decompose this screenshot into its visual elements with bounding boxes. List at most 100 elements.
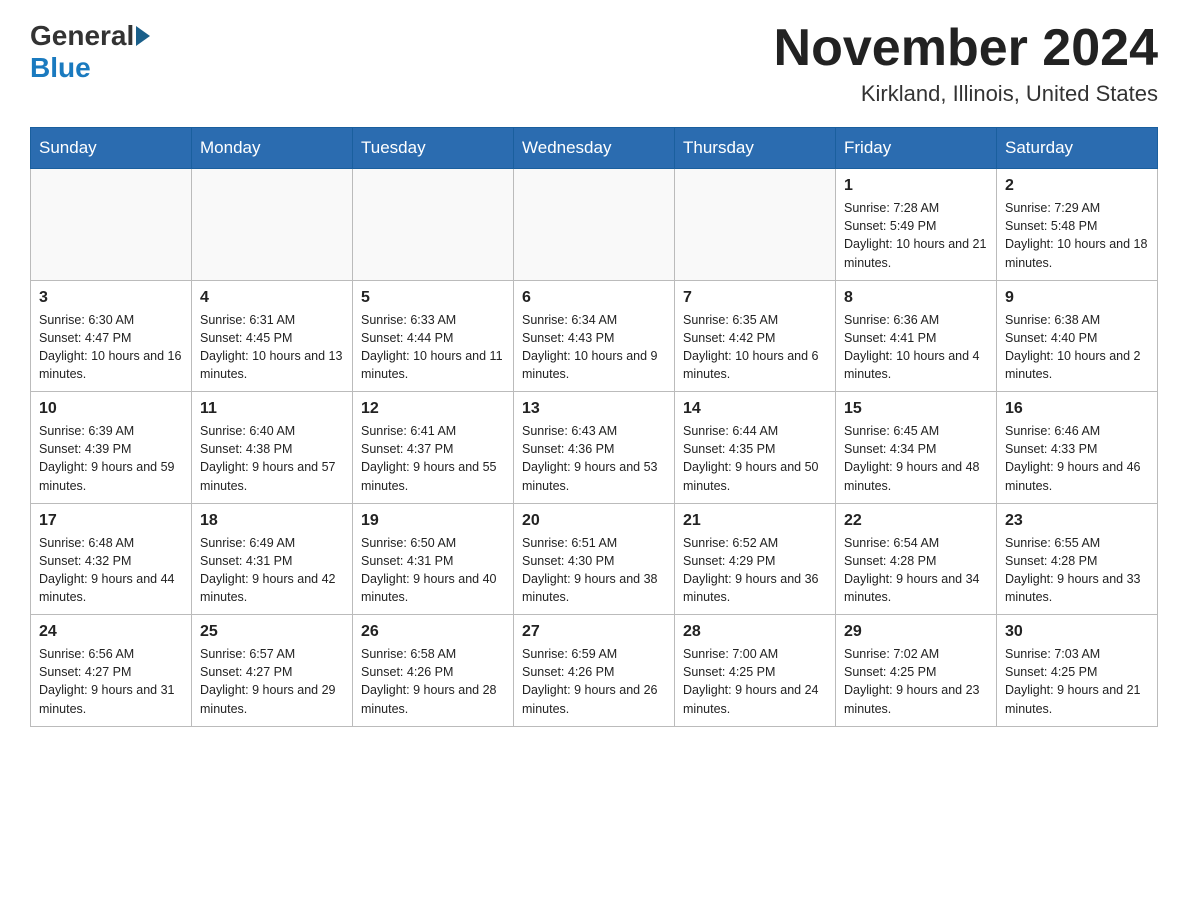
day-sun-info: Sunrise: 6:54 AM Sunset: 4:28 PM Dayligh… <box>844 534 988 607</box>
calendar-cell: 4 Sunrise: 6:31 AM Sunset: 4:45 PM Daylig… <box>192 280 353 392</box>
logo-arrow-icon <box>136 26 150 46</box>
day-number: 3 <box>39 289 183 307</box>
logo-general-text: General <box>30 20 134 52</box>
day-sun-info: Sunrise: 6:55 AM Sunset: 4:28 PM Dayligh… <box>1005 534 1149 607</box>
day-sun-info: Sunrise: 6:57 AM Sunset: 4:27 PM Dayligh… <box>200 645 344 718</box>
day-number: 15 <box>844 400 988 418</box>
day-number: 5 <box>361 289 505 307</box>
col-header-tuesday: Tuesday <box>353 128 514 169</box>
day-sun-info: Sunrise: 6:52 AM Sunset: 4:29 PM Dayligh… <box>683 534 827 607</box>
week-row-5: 24Sunrise: 6:56 AM Sunset: 4:27 PM Dayli… <box>31 615 1158 727</box>
location-subtitle: Kirkland, Illinois, United States <box>774 81 1158 107</box>
day-number: 9 <box>1005 289 1149 307</box>
week-row-3: 10 Sunrise: 6:39 AM Sunset: 4:39 PM Dayli… <box>31 392 1158 504</box>
day-number: 26 <box>361 623 505 641</box>
day-sun-info: Sunrise: 6:49 AM Sunset: 4:31 PM Dayligh… <box>200 534 344 607</box>
day-sun-info: Sunrise: 7:29 AM Sunset: 5:48 PM Dayligh… <box>1005 199 1149 272</box>
calendar-cell <box>675 169 836 281</box>
calendar-cell: 12Sunrise: 6:41 AM Sunset: 4:37 PM Dayli… <box>353 392 514 504</box>
day-sun-info: Sunrise: 7:28 AM Sunset: 5:49 PM Dayligh… <box>844 199 988 272</box>
calendar-cell: 19 Sunrise: 6:50 AM Sunset: 4:31 PM Dayli… <box>353 503 514 615</box>
logo: General Blue <box>30 20 152 84</box>
day-sun-info: Sunrise: 6:31 AM Sunset: 4:45 PM Dayligh… <box>200 311 344 384</box>
page-header: General Blue November 2024 Kirkland, Ill… <box>30 20 1158 107</box>
calendar-cell: 26 Sunrise: 6:58 AM Sunset: 4:26 PM Dayli… <box>353 615 514 727</box>
week-row-2: 3 Sunrise: 6:30 AM Sunset: 4:47 PM Daylig… <box>31 280 1158 392</box>
calendar-cell <box>192 169 353 281</box>
day-sun-info: Sunrise: 7:02 AM Sunset: 4:25 PM Dayligh… <box>844 645 988 718</box>
calendar-cell: 5 Sunrise: 6:33 AM Sunset: 4:44 PM Daylig… <box>353 280 514 392</box>
day-sun-info: Sunrise: 6:40 AM Sunset: 4:38 PM Dayligh… <box>200 422 344 495</box>
day-number: 23 <box>1005 512 1149 530</box>
col-header-wednesday: Wednesday <box>514 128 675 169</box>
day-number: 4 <box>200 289 344 307</box>
calendar-cell: 24Sunrise: 6:56 AM Sunset: 4:27 PM Dayli… <box>31 615 192 727</box>
day-sun-info: Sunrise: 6:41 AM Sunset: 4:37 PM Dayligh… <box>361 422 505 495</box>
calendar-cell: 27 Sunrise: 6:59 AM Sunset: 4:26 PM Dayli… <box>514 615 675 727</box>
col-header-thursday: Thursday <box>675 128 836 169</box>
calendar-cell: 3 Sunrise: 6:30 AM Sunset: 4:47 PM Daylig… <box>31 280 192 392</box>
calendar-cell: 29 Sunrise: 7:02 AM Sunset: 4:25 PM Dayli… <box>836 615 997 727</box>
week-row-4: 17Sunrise: 6:48 AM Sunset: 4:32 PM Dayli… <box>31 503 1158 615</box>
calendar-cell: 23 Sunrise: 6:55 AM Sunset: 4:28 PM Dayli… <box>997 503 1158 615</box>
calendar-cell: 7Sunrise: 6:35 AM Sunset: 4:42 PM Daylig… <box>675 280 836 392</box>
calendar-cell: 6 Sunrise: 6:34 AM Sunset: 4:43 PM Daylig… <box>514 280 675 392</box>
day-sun-info: Sunrise: 6:59 AM Sunset: 4:26 PM Dayligh… <box>522 645 666 718</box>
day-sun-info: Sunrise: 6:46 AM Sunset: 4:33 PM Dayligh… <box>1005 422 1149 495</box>
calendar-cell: 2 Sunrise: 7:29 AM Sunset: 5:48 PM Daylig… <box>997 169 1158 281</box>
calendar-cell: 30 Sunrise: 7:03 AM Sunset: 4:25 PM Dayli… <box>997 615 1158 727</box>
calendar-header-row: SundayMondayTuesdayWednesdayThursdayFrid… <box>31 128 1158 169</box>
day-number: 24 <box>39 623 183 641</box>
month-year-title: November 2024 <box>774 20 1158 77</box>
day-number: 18 <box>200 512 344 530</box>
day-number: 11 <box>200 400 344 418</box>
col-header-monday: Monday <box>192 128 353 169</box>
calendar-cell: 22 Sunrise: 6:54 AM Sunset: 4:28 PM Dayli… <box>836 503 997 615</box>
calendar-cell: 17Sunrise: 6:48 AM Sunset: 4:32 PM Dayli… <box>31 503 192 615</box>
calendar-cell: 18 Sunrise: 6:49 AM Sunset: 4:31 PM Dayli… <box>192 503 353 615</box>
day-number: 7 <box>683 289 827 307</box>
calendar-cell: 11 Sunrise: 6:40 AM Sunset: 4:38 PM Dayli… <box>192 392 353 504</box>
day-number: 6 <box>522 289 666 307</box>
day-sun-info: Sunrise: 6:36 AM Sunset: 4:41 PM Dayligh… <box>844 311 988 384</box>
day-number: 19 <box>361 512 505 530</box>
day-number: 16 <box>1005 400 1149 418</box>
calendar-cell: 25 Sunrise: 6:57 AM Sunset: 4:27 PM Dayli… <box>192 615 353 727</box>
day-number: 29 <box>844 623 988 641</box>
day-sun-info: Sunrise: 7:00 AM Sunset: 4:25 PM Dayligh… <box>683 645 827 718</box>
day-sun-info: Sunrise: 7:03 AM Sunset: 4:25 PM Dayligh… <box>1005 645 1149 718</box>
day-number: 14 <box>683 400 827 418</box>
col-header-friday: Friday <box>836 128 997 169</box>
calendar-cell: 15 Sunrise: 6:45 AM Sunset: 4:34 PM Dayli… <box>836 392 997 504</box>
col-header-sunday: Sunday <box>31 128 192 169</box>
calendar-cell: 14Sunrise: 6:44 AM Sunset: 4:35 PM Dayli… <box>675 392 836 504</box>
day-sun-info: Sunrise: 6:50 AM Sunset: 4:31 PM Dayligh… <box>361 534 505 607</box>
day-sun-info: Sunrise: 6:30 AM Sunset: 4:47 PM Dayligh… <box>39 311 183 384</box>
day-number: 2 <box>1005 177 1149 195</box>
day-number: 27 <box>522 623 666 641</box>
day-sun-info: Sunrise: 6:39 AM Sunset: 4:39 PM Dayligh… <box>39 422 183 495</box>
day-number: 13 <box>522 400 666 418</box>
calendar-table: SundayMondayTuesdayWednesdayThursdayFrid… <box>30 127 1158 727</box>
day-sun-info: Sunrise: 6:34 AM Sunset: 4:43 PM Dayligh… <box>522 311 666 384</box>
col-header-saturday: Saturday <box>997 128 1158 169</box>
day-sun-info: Sunrise: 6:58 AM Sunset: 4:26 PM Dayligh… <box>361 645 505 718</box>
day-sun-info: Sunrise: 6:38 AM Sunset: 4:40 PM Dayligh… <box>1005 311 1149 384</box>
day-number: 25 <box>200 623 344 641</box>
logo-blue-text: Blue <box>30 52 91 84</box>
calendar-cell: 28Sunrise: 7:00 AM Sunset: 4:25 PM Dayli… <box>675 615 836 727</box>
calendar-cell: 13Sunrise: 6:43 AM Sunset: 4:36 PM Dayli… <box>514 392 675 504</box>
day-number: 10 <box>39 400 183 418</box>
calendar-cell <box>31 169 192 281</box>
day-sun-info: Sunrise: 6:45 AM Sunset: 4:34 PM Dayligh… <box>844 422 988 495</box>
day-sun-info: Sunrise: 6:33 AM Sunset: 4:44 PM Dayligh… <box>361 311 505 384</box>
day-number: 8 <box>844 289 988 307</box>
day-number: 20 <box>522 512 666 530</box>
day-number: 21 <box>683 512 827 530</box>
calendar-cell: 21 Sunrise: 6:52 AM Sunset: 4:29 PM Dayli… <box>675 503 836 615</box>
day-sun-info: Sunrise: 6:51 AM Sunset: 4:30 PM Dayligh… <box>522 534 666 607</box>
calendar-cell <box>514 169 675 281</box>
day-number: 30 <box>1005 623 1149 641</box>
day-number: 22 <box>844 512 988 530</box>
calendar-cell: 8 Sunrise: 6:36 AM Sunset: 4:41 PM Daylig… <box>836 280 997 392</box>
